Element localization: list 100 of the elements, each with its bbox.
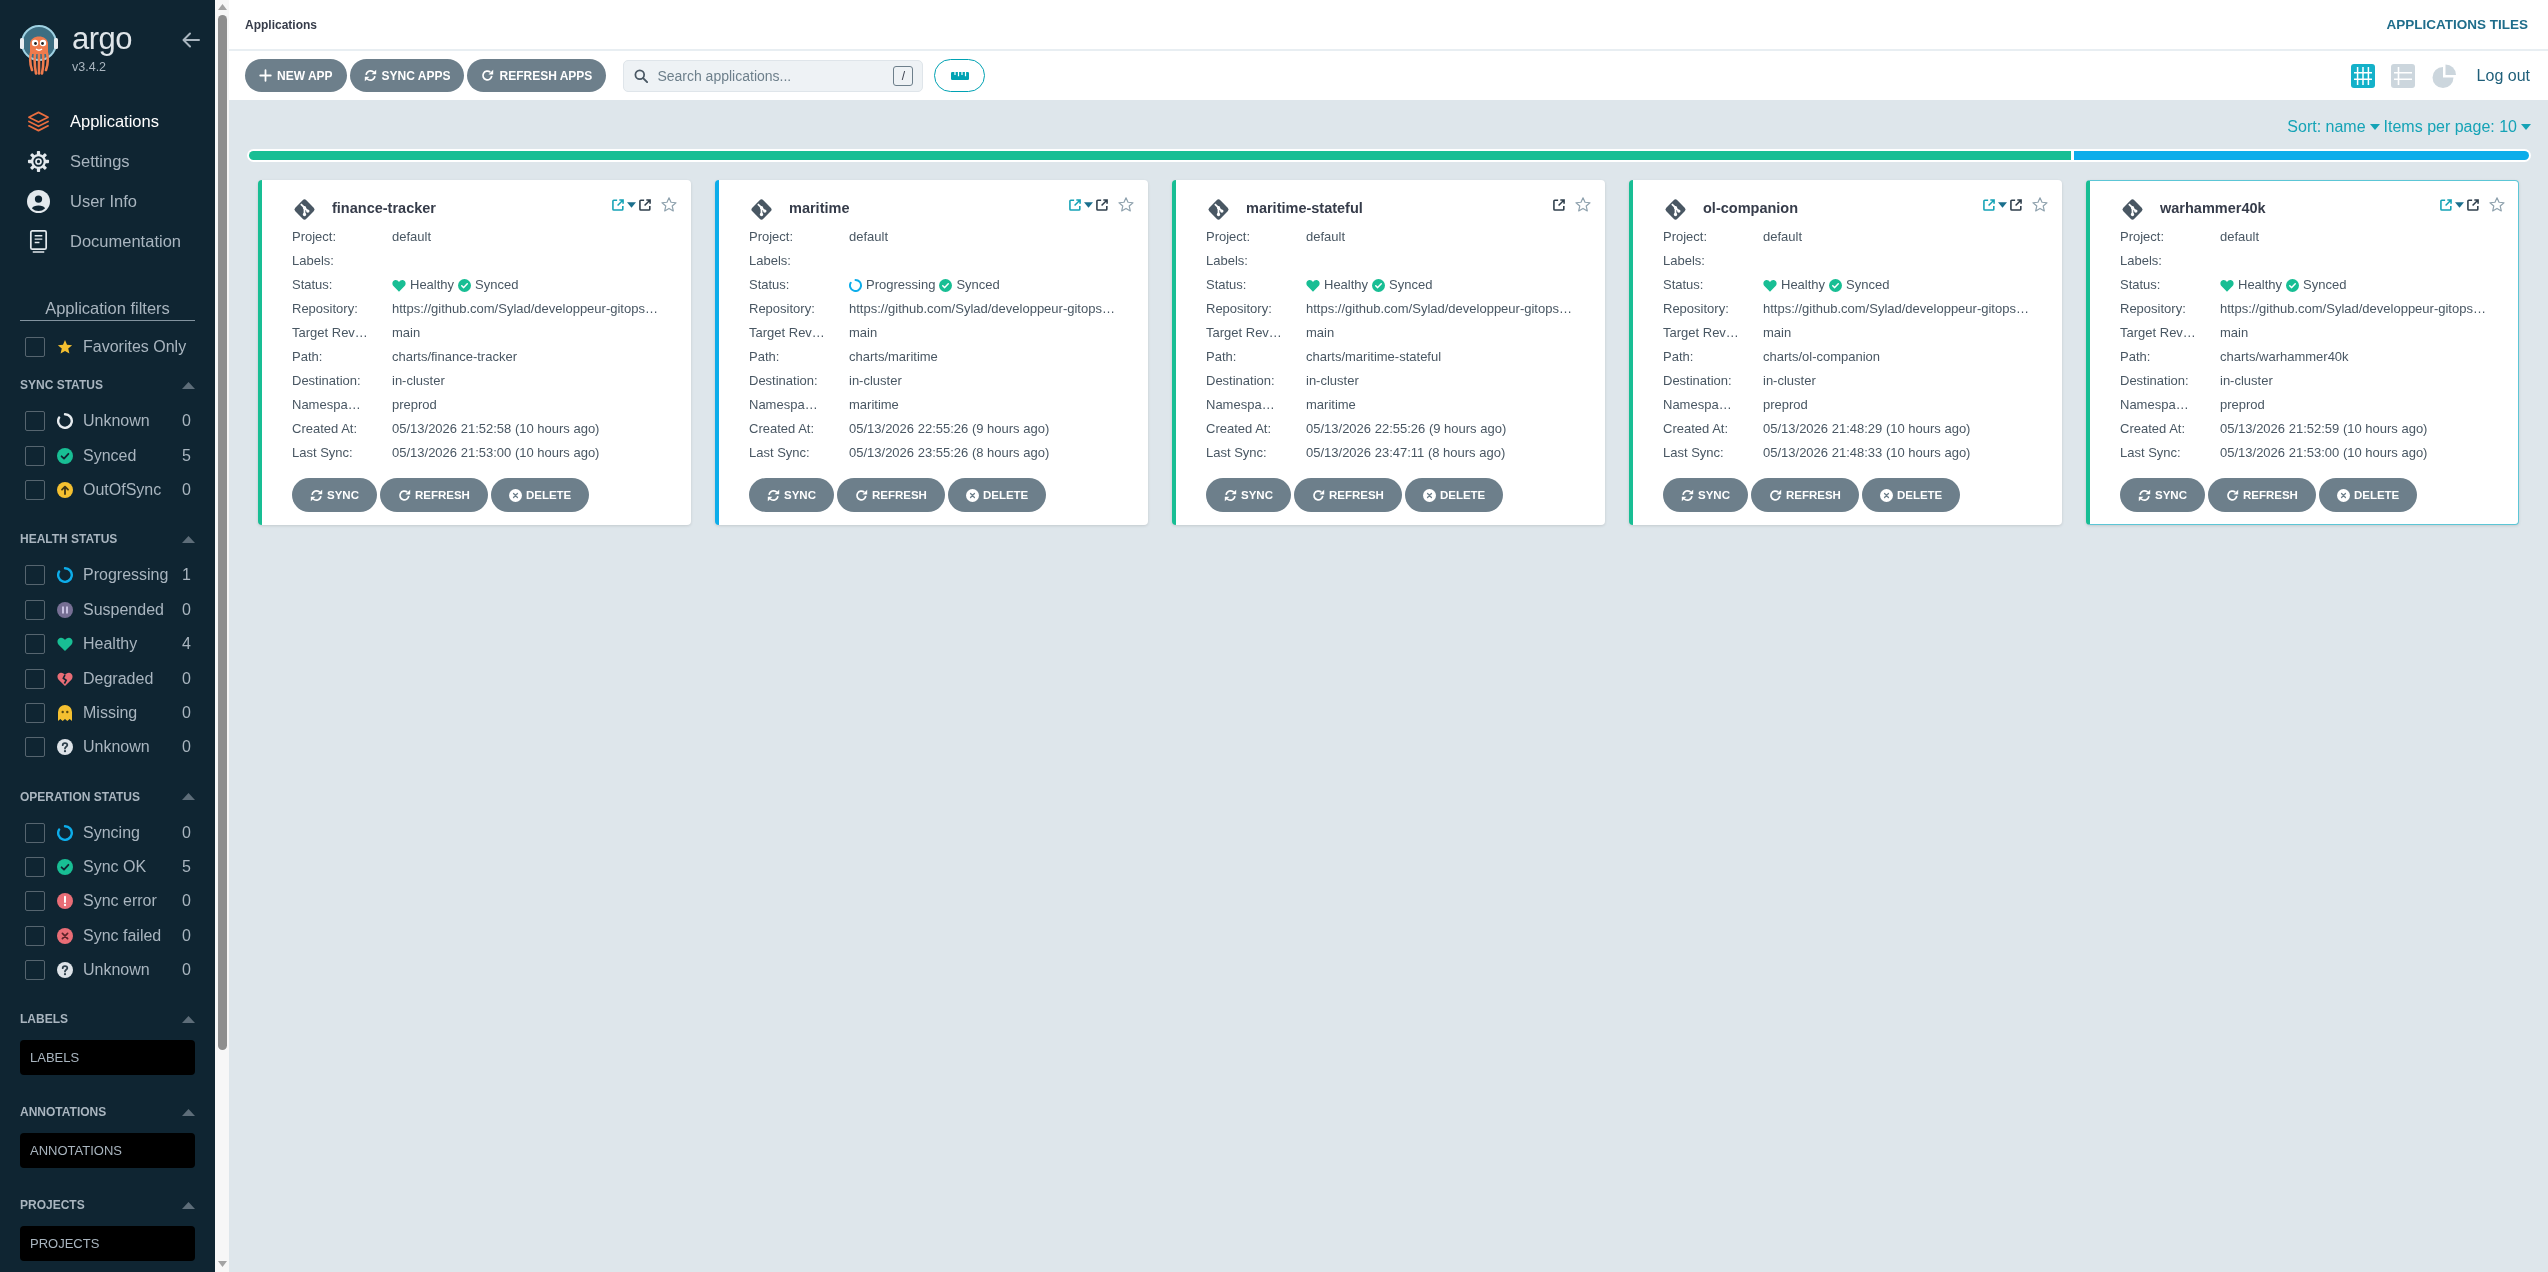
- filter-count: 0: [182, 600, 191, 619]
- filter-group-title: OPERATION STATUS: [20, 789, 140, 804]
- checkbox[interactable]: [25, 411, 45, 432]
- refresh-button[interactable]: REFRESH: [1293, 478, 1402, 512]
- scroll-up-arrow-icon[interactable]: [217, 4, 227, 10]
- field-value: maritime: [1306, 396, 1357, 414]
- delete-button[interactable]: DELETE: [947, 478, 1047, 512]
- field-value: 05/13/2026 21:48:33 (10 hours ago): [1763, 444, 1972, 462]
- checkbox[interactable]: [25, 599, 45, 620]
- app-card[interactable]: [1629, 180, 2062, 525]
- heart-icon: [1763, 278, 1777, 292]
- refresh-icon: [397, 488, 411, 502]
- caret-icon[interactable]: [2455, 201, 2464, 208]
- new-app-button[interactable]: NEW APP: [245, 59, 347, 92]
- caret-icon[interactable]: [182, 1201, 195, 1209]
- caret-icon[interactable]: [627, 201, 636, 208]
- external-link-icon[interactable]: [1095, 197, 1109, 212]
- refresh-button[interactable]: REFRESH: [379, 478, 488, 512]
- external-link-icon[interactable]: [638, 197, 652, 212]
- app-card[interactable]: [2086, 180, 2519, 525]
- checkbox[interactable]: [25, 565, 45, 586]
- check-circle-icon: [1372, 278, 1386, 292]
- filter-input[interactable]: LABELS: [20, 1040, 195, 1076]
- star-icon[interactable]: [2489, 197, 2505, 212]
- ruler-button[interactable]: [934, 59, 986, 92]
- field-label: Namespa…: [1206, 396, 1276, 414]
- checkbox[interactable]: [25, 668, 45, 689]
- field-label: Repository:: [2120, 300, 2187, 318]
- caret-icon[interactable]: [182, 1108, 195, 1116]
- caret-icon[interactable]: [1084, 201, 1093, 208]
- app-card[interactable]: [1172, 180, 1605, 525]
- grid-icon[interactable]: [2350, 63, 2375, 88]
- field-value: main: [849, 324, 879, 342]
- back-arrow-icon[interactable]: [182, 32, 200, 48]
- app-title[interactable]: finance-tracker: [332, 199, 436, 216]
- refresh-button[interactable]: REFRESH: [1750, 478, 1859, 512]
- app-title[interactable]: ol-companion: [1703, 199, 1799, 216]
- nav-item[interactable]: Applications: [20, 101, 195, 141]
- checkbox[interactable]: [25, 925, 45, 946]
- field-label: Namespa…: [749, 396, 819, 414]
- sync-button[interactable]: SYNC: [1663, 478, 1748, 512]
- app-title[interactable]: warhammer40k: [2160, 199, 2266, 216]
- external-link-icon[interactable]: [2466, 197, 2480, 212]
- caret-icon[interactable]: [182, 1015, 195, 1023]
- external-link-icon[interactable]: [1552, 197, 1566, 212]
- refresh-apps-button[interactable]: REFRESH APPS: [467, 59, 607, 92]
- scrollbar-thumb[interactable]: [217, 15, 227, 1050]
- filter-count: 0: [182, 669, 191, 688]
- filter-label: Missing: [83, 703, 138, 722]
- field-label: Namespa…: [2120, 396, 2190, 414]
- filter-count: 5: [182, 446, 191, 465]
- checkbox[interactable]: [25, 857, 45, 878]
- field-label: Destination:: [1206, 372, 1276, 390]
- refresh-button[interactable]: REFRESH: [836, 478, 945, 512]
- external-link-icon[interactable]: [2009, 197, 2023, 212]
- caret-icon[interactable]: [182, 381, 195, 389]
- caret-icon[interactable]: [1998, 201, 2007, 208]
- caret-icon[interactable]: [182, 535, 195, 543]
- sync-apps-button[interactable]: SYNC APPS: [349, 59, 465, 92]
- caret-icon[interactable]: [182, 793, 195, 800]
- scrollbar[interactable]: [215, 0, 229, 1272]
- star-icon[interactable]: [1118, 197, 1134, 212]
- checkbox[interactable]: [25, 737, 45, 758]
- sync-button[interactable]: SYNC: [2120, 478, 2205, 512]
- sort-dropdown[interactable]: Sort: name: [2287, 118, 2380, 136]
- scroll-down-arrow-icon[interactable]: [217, 1261, 227, 1267]
- page-size-dropdown[interactable]: Items per page: 10: [2383, 118, 2531, 136]
- checkbox[interactable]: [25, 822, 45, 843]
- field-label: Project:: [1663, 228, 1709, 246]
- checkbox[interactable]: [25, 479, 45, 500]
- checkbox[interactable]: [25, 891, 45, 912]
- filter-input[interactable]: ANNOTATIONS: [20, 1133, 195, 1169]
- delete-button[interactable]: DELETE: [1861, 478, 1961, 512]
- app-card[interactable]: [715, 180, 1148, 525]
- sync-button[interactable]: SYNC: [1206, 478, 1291, 512]
- checkbox[interactable]: [25, 702, 45, 723]
- checkbox[interactable]: [25, 337, 45, 357]
- star-icon[interactable]: [661, 197, 677, 212]
- field-value: 05/13/2026 22:55:26 (9 hours ago): [1306, 420, 1508, 438]
- delete-button[interactable]: DELETE: [2318, 478, 2418, 512]
- nav-item[interactable]: User Info: [20, 181, 195, 221]
- checkbox[interactable]: [25, 634, 45, 655]
- nav-item[interactable]: Settings: [20, 141, 195, 181]
- app-title[interactable]: maritime-stateful: [1246, 199, 1363, 216]
- sync-button[interactable]: SYNC: [292, 478, 377, 512]
- sync-button[interactable]: SYNC: [749, 478, 834, 512]
- star-icon[interactable]: [1575, 197, 1591, 212]
- refresh-button[interactable]: REFRESH: [2207, 478, 2316, 512]
- app-card[interactable]: [258, 180, 691, 525]
- checkbox[interactable]: [25, 445, 45, 466]
- star-icon[interactable]: [2032, 197, 2048, 212]
- health-status: Progressing: [866, 276, 936, 294]
- delete-button[interactable]: DELETE: [1404, 478, 1504, 512]
- logout-link[interactable]: Log out: [2476, 66, 2530, 85]
- filter-input[interactable]: PROJECTS: [20, 1226, 195, 1262]
- nav-item[interactable]: Documentation: [20, 221, 195, 261]
- checkbox[interactable]: [25, 960, 45, 981]
- delete-button[interactable]: DELETE: [490, 478, 590, 512]
- caret-icon: [2521, 124, 2531, 130]
- app-title[interactable]: maritime: [789, 199, 850, 216]
